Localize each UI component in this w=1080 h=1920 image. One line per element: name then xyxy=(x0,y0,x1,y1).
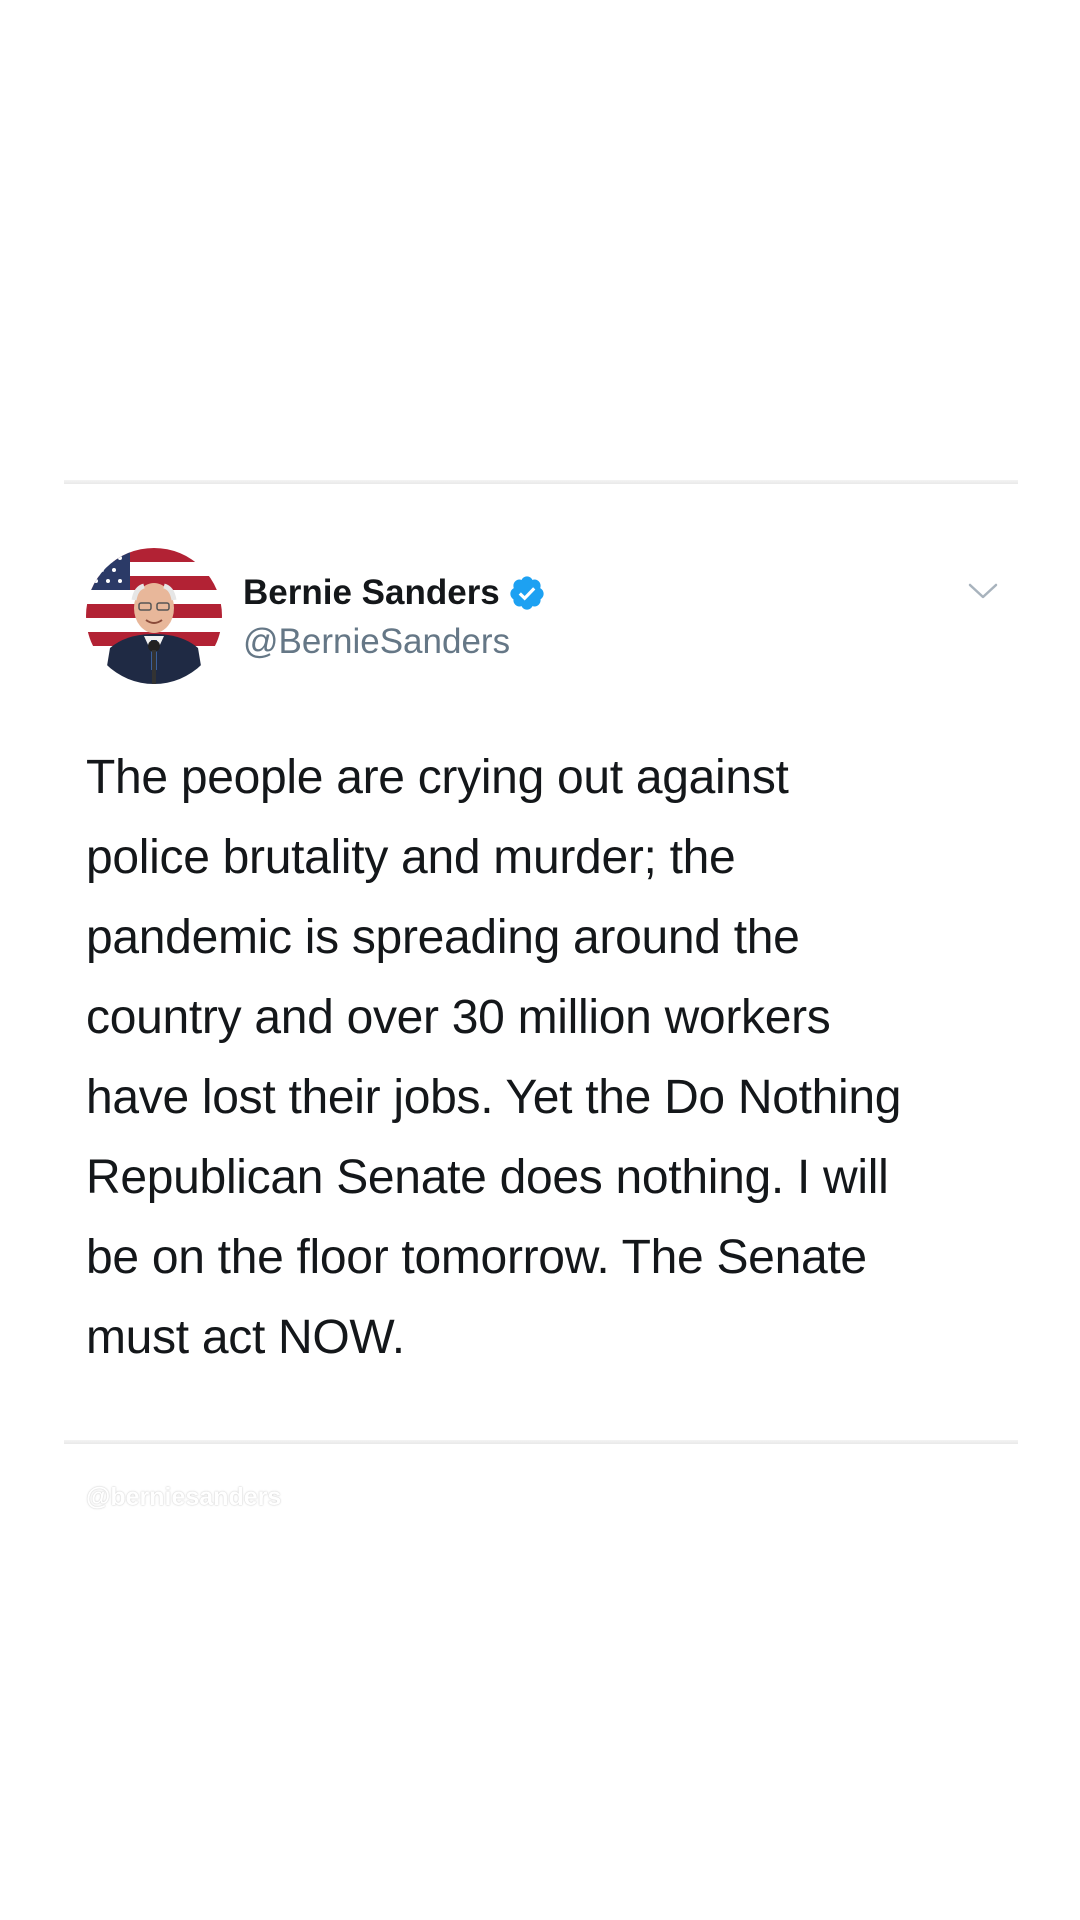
display-name[interactable]: Bernie Sanders xyxy=(243,571,500,615)
bottom-divider xyxy=(64,1440,1018,1444)
top-divider xyxy=(64,480,1018,484)
name-row: Bernie Sanders xyxy=(243,571,546,615)
chevron-down-icon[interactable] xyxy=(968,580,998,602)
verified-badge-icon xyxy=(508,574,546,612)
handle[interactable]: @BernieSanders xyxy=(243,620,510,664)
watermark: @berniesanders xyxy=(86,1483,282,1511)
avatar[interactable] xyxy=(86,548,222,684)
avatar-image xyxy=(86,548,222,684)
tweet-header: Bernie Sanders @BernieSanders xyxy=(86,548,1018,688)
tweet-text: The people are crying out against police… xyxy=(86,751,902,1364)
